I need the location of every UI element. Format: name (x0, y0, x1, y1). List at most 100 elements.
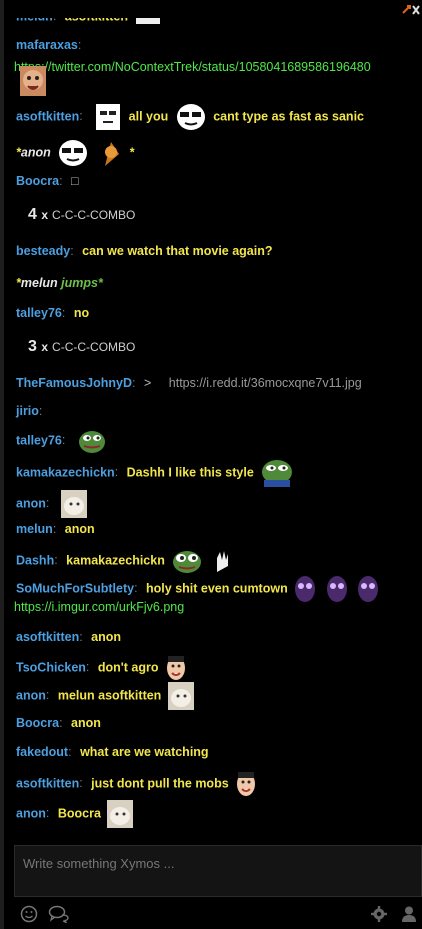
chat-username[interactable]: TsoChicken (16, 660, 86, 674)
chat-username[interactable]: melun (16, 522, 53, 536)
avatar-face-emote (20, 66, 46, 96)
chat-username[interactable]: Boocra (16, 174, 59, 188)
chat-colon: : (45, 688, 50, 703)
combo-label: C-C-C-COMBO (52, 340, 136, 354)
chat-message-text: cant type as fast as sanic (213, 109, 364, 124)
chat-message-text: melun asoftkitten (57, 688, 162, 703)
chat-username[interactable]: asoftkitten (16, 109, 79, 123)
chat-colon: : (54, 553, 58, 568)
chat-message-text: all you (128, 109, 169, 124)
chat-input-box (14, 845, 422, 897)
chat-colon: : (45, 496, 50, 511)
chat-username[interactable]: asoftkitten (16, 776, 79, 790)
smiley-icon[interactable] (20, 905, 38, 923)
chat-username[interactable]: mafaraxas (16, 38, 78, 52)
chat-colon: : (77, 38, 82, 52)
popout-close-icon[interactable] (402, 3, 420, 17)
chat-username[interactable]: asoftkitten (16, 630, 79, 644)
chat-line: anon: Boocra (16, 800, 414, 828)
chat-username[interactable]: talley76 (16, 433, 62, 447)
chat-colon: : (53, 18, 56, 23)
chat-colon: : (59, 716, 63, 730)
chat-line-me: *anon * (16, 138, 414, 168)
user-icon[interactable] (400, 905, 418, 923)
chat-line: asoftkitten: anon (16, 630, 414, 644)
emote-icon (96, 104, 121, 130)
chat-action-user[interactable]: anon (21, 145, 51, 159)
chat-message-text: □ (71, 174, 79, 188)
gear-icon[interactable] (370, 905, 388, 923)
pepe-emote-icon (173, 551, 202, 573)
chat-colon: : (61, 306, 66, 320)
chat-username[interactable]: anon (16, 688, 46, 702)
chat-username[interactable]: anon (16, 806, 46, 820)
chat-toolbar (4, 899, 422, 929)
combo-count: 3 x (28, 338, 49, 355)
chat-topbar (4, 0, 422, 18)
combo-label: C-C-C-COMBO (52, 208, 136, 222)
pepe-emote-icon (262, 460, 293, 487)
emote-icon (176, 104, 205, 130)
chat-username[interactable]: SoMuchForSubtlety (16, 581, 134, 595)
hand-emote-icon (216, 551, 228, 572)
chat-username[interactable]: jirio (16, 404, 39, 418)
chat-message-text: > (143, 376, 152, 390)
chat-line: jirio: (16, 404, 414, 418)
emote-icon (59, 140, 88, 166)
chat-message-text: just dont pull the mobs (91, 776, 229, 791)
chat-line: talley76: (16, 428, 414, 454)
face-emote-icon (166, 656, 185, 680)
chat-bubbles-icon[interactable] (48, 905, 70, 923)
chat-username[interactable]: TheFamousJohnyD (16, 376, 132, 390)
chat-line: asoftkitten: all you cant type as fast a… (16, 102, 414, 132)
chat-message-text: kamakazechickn (66, 553, 165, 568)
pepe-emote-icon (78, 431, 105, 453)
chat-username[interactable]: fakedout (16, 745, 68, 759)
chat-username[interactable]: Dashh (16, 553, 54, 567)
chat-username[interactable]: besteady (16, 244, 70, 258)
chat-username[interactable]: anon (16, 496, 46, 510)
chat-line: Dashh: kamakazechickn (16, 548, 414, 574)
chat-embed-link[interactable]: https://i.redd.it/36mocxqne7v11.jpg (169, 376, 362, 390)
chat-colon: : (45, 806, 50, 821)
chat-colon: : (70, 244, 74, 258)
chat-action-user[interactable]: melun (21, 276, 58, 290)
chat-line: besteady: can we watch that movie again? (16, 244, 414, 258)
chat-username[interactable]: melun (16, 18, 53, 23)
chat-username[interactable]: kamakazechickn (16, 465, 115, 479)
chat-line: melun: asoftkitten (16, 18, 414, 26)
chat-message-text: anon (91, 630, 122, 644)
chat-colon: : (59, 174, 63, 188)
chat-message-text: don't agro (97, 660, 159, 675)
chat-line: fakedout: what are we watching (16, 745, 414, 759)
chat-username[interactable]: Boocra (16, 716, 59, 730)
chat-message-text: no (73, 306, 90, 320)
chat-line: melun: anon (16, 522, 414, 536)
chat-lines: melun: asoftkitten mafaraxas: https://tw… (4, 18, 422, 840)
chat-line-cont: https://twitter.com/NoContextTrek/status… (14, 60, 414, 74)
chat-message-text: anon (71, 716, 101, 730)
chat-line-cont: https://i.imgur.com/urkFjv6.png (14, 600, 414, 614)
chat-input[interactable] (15, 846, 421, 880)
emote-icon (104, 142, 119, 166)
chat-link[interactable]: https://twitter.com/NoContextTrek/status… (14, 60, 371, 74)
chat-line: kamakazechickn: Dashh I like this style (16, 458, 414, 488)
chat-colon: : (79, 630, 83, 644)
chat-message-text: holy shit even cumtown (146, 581, 288, 596)
cat-emote-icon (60, 490, 87, 518)
combo-line: 4 x C-C-C-COMBO (28, 206, 414, 224)
chat-action-text: jumps* (61, 276, 103, 290)
chat-colon: : (38, 404, 43, 418)
chat-message-text: Boocra (57, 806, 101, 821)
chat-colon: : (134, 581, 138, 596)
chat-colon: : (68, 745, 72, 759)
chat-colon: : (79, 109, 83, 124)
chat-username[interactable]: talley76 (16, 306, 62, 320)
chat-link[interactable]: https://i.imgur.com/urkFjv6.png (14, 600, 184, 614)
chat-colon: : (52, 522, 57, 536)
chat-line: TsoChicken: don't agro (16, 654, 414, 682)
chat-line-me: *melun jumps* (16, 276, 103, 290)
chat-colon: : (61, 433, 66, 448)
chat-line: anon: melun asoftkitten (16, 682, 414, 710)
chat-line: Boocra: anon (16, 716, 414, 730)
